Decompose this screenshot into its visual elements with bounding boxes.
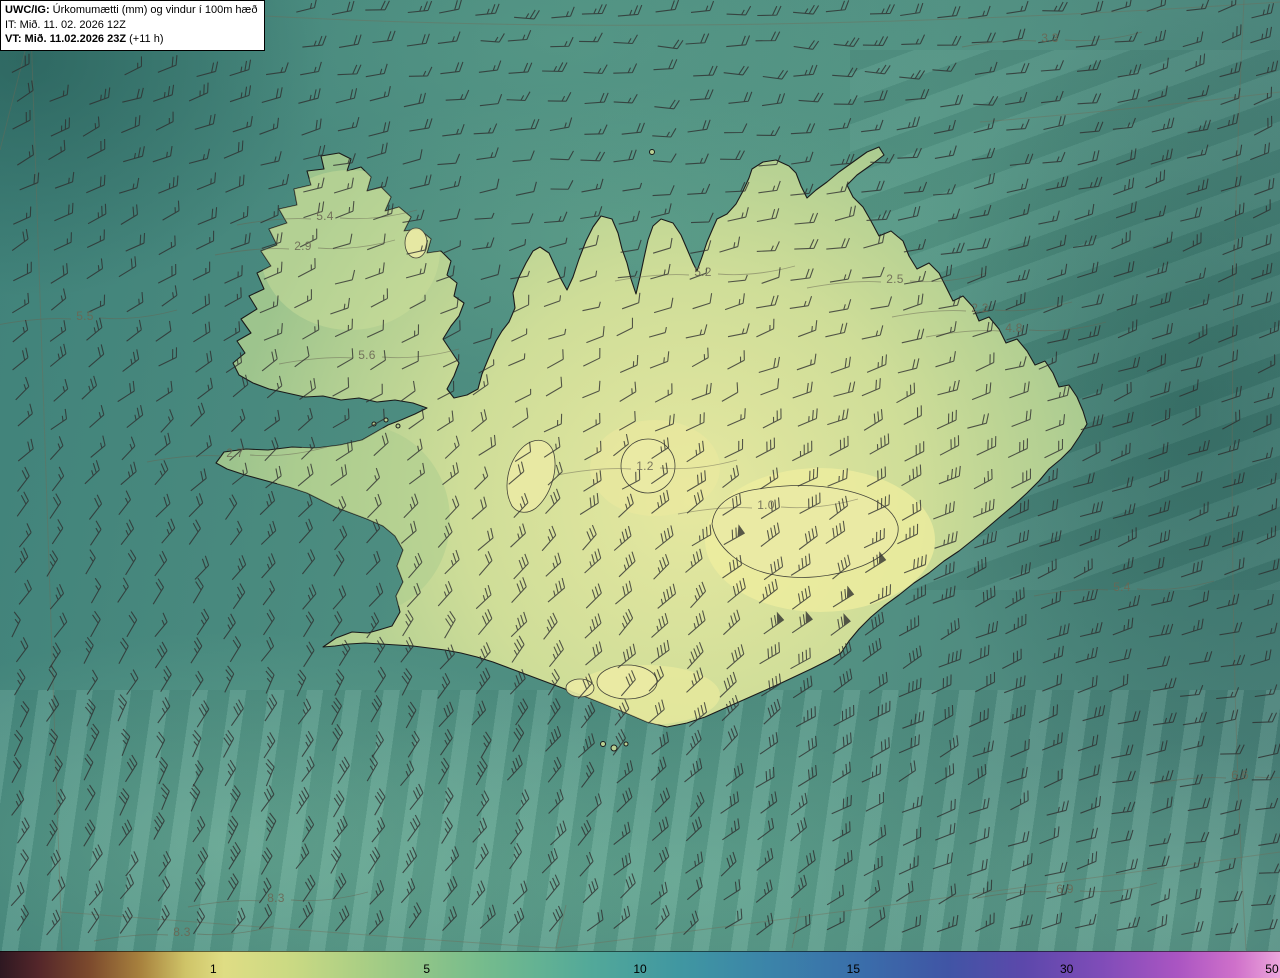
colorbar-ticks: 1510153050 — [0, 951, 1280, 978]
colorbar-wrap: 1510153050 — [0, 951, 1280, 978]
colorbar-tick-label: 15 — [847, 962, 860, 976]
weather-map: 3.35.42.95.55.22.52.24.85.62.71.21.05.46… — [0, 0, 1280, 978]
product-description: Úrkomumætti (mm) og vindur í 100m hæð — [50, 4, 258, 16]
product-code: UWC/IG: — [5, 4, 50, 16]
valid-time-line: VT: Mið. 11.02.2026 23Z (+11 h) — [5, 32, 257, 47]
valid-time: VT: Mið. 11.02.2026 23Z — [5, 33, 126, 45]
product-title-line: UWC/IG: Úrkomumætti (mm) og vindur í 100… — [5, 3, 257, 18]
colorbar-tick-label: 5 — [423, 962, 430, 976]
colorbar-tick-label: 1 — [210, 962, 217, 976]
init-time: IT: Mið. 11. 02. 2026 12Z — [5, 18, 257, 33]
map-canvas — [0, 0, 1280, 978]
colorbar-tick-label: 10 — [633, 962, 646, 976]
title-box: UWC/IG: Úrkomumætti (mm) og vindur í 100… — [0, 0, 265, 51]
valid-offset: (+11 h) — [126, 33, 163, 45]
colorbar-tick-label: 30 — [1060, 962, 1073, 976]
colorbar-tick-label: 50 — [1265, 962, 1278, 976]
